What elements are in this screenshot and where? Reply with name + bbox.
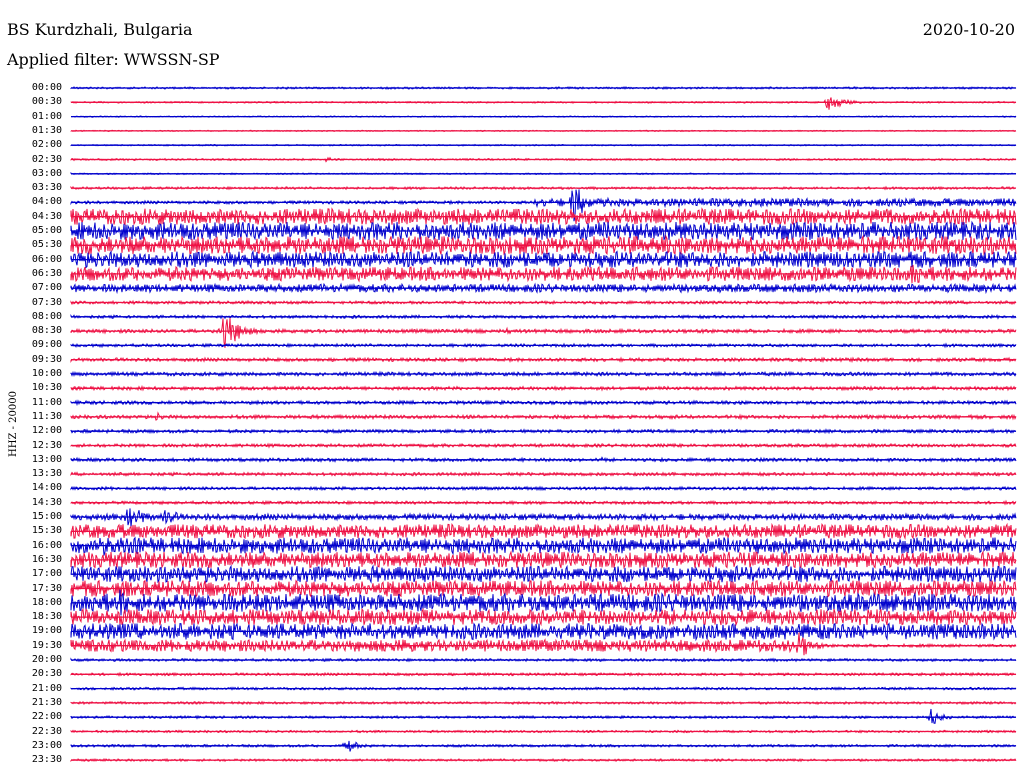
trace-row (70, 536, 1017, 556)
helicorder-plot (70, 85, 1017, 763)
trace-row (70, 632, 1017, 656)
trace-row (70, 97, 1017, 110)
trace-row (70, 708, 1017, 724)
trace-row (70, 317, 1017, 348)
